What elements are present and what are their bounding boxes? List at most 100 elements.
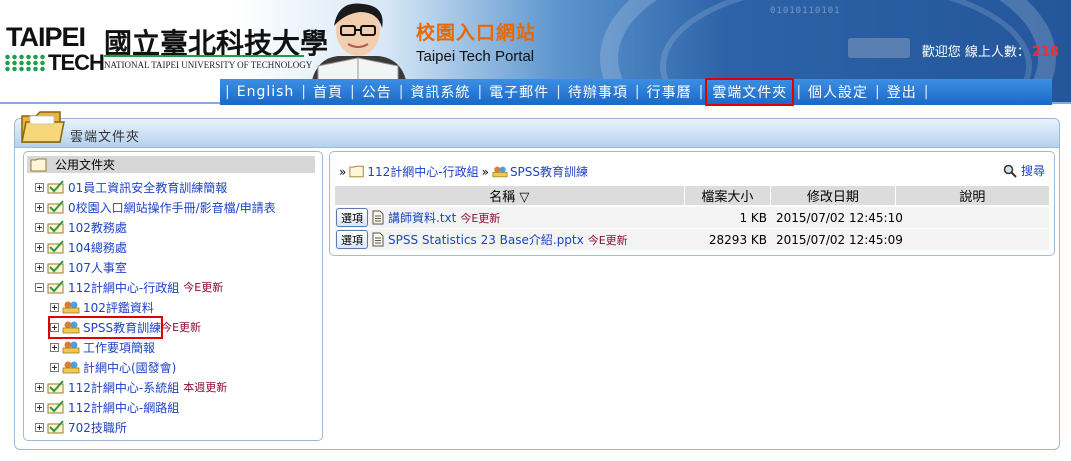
checked-folder-icon [47,200,64,214]
tree-node-label[interactable]: 計網中心(國發會) [83,359,176,376]
nav-separator: | [875,84,880,100]
online-count: 218 [1031,45,1059,60]
checked-folder-icon [47,280,64,294]
tree-node[interactable]: 102教務處 [35,218,127,236]
breadcrumb-link-admin[interactable]: 112計網中心-行政組 [367,163,478,180]
expand-icon[interactable] [35,202,44,212]
panel-title: 雲端文件夾 [70,130,141,145]
expand-icon[interactable] [50,342,59,352]
update-badge: 今E更新 [161,321,202,334]
expand-icon[interactable] [50,362,59,372]
tree-node-selected[interactable]: SPSS教育訓練 今E更新 [47,315,202,339]
expand-icon[interactable] [35,242,44,252]
nav-announcements[interactable]: 公告 [360,81,394,103]
search-label: 搜尋 [1020,164,1045,178]
nav-separator: | [923,84,929,100]
text-file-icon [372,232,384,247]
search-button[interactable]: 搜尋 [1003,162,1045,179]
nav-separator: | [350,84,355,100]
expand-icon[interactable] [35,222,44,232]
tree-node-label[interactable]: 112計網中心-行政組 [68,279,179,296]
tree-node[interactable]: 計網中心(國發會) [50,358,176,376]
breadcrumb: » 112計網中心-行政組 » SPSS教育訓練 [336,163,588,180]
collapse-icon[interactable] [35,282,44,292]
tree-node-label[interactable]: 01員工資訊安全教育訓練簡報 [68,179,227,196]
nav-separator: | [796,84,802,100]
tree-node[interactable]: 工作要項簡報 [50,338,155,356]
tree-node[interactable]: 112計網中心-網路組 [35,398,179,416]
nav-calendar[interactable]: 行事曆 [645,81,694,103]
options-button[interactable]: 選項 [336,230,368,249]
expand-icon[interactable] [35,382,44,392]
tree-node-label[interactable]: 107人事室 [68,259,127,276]
folder-icon [349,165,365,178]
tree-node-label[interactable]: 102評鑑資料 [83,299,154,316]
nav-todo[interactable]: 待辦事項 [566,81,630,103]
tree-node-label[interactable]: 104總務處 [68,239,127,256]
shared-folder-icon [492,166,508,178]
checked-folder-icon [47,260,64,274]
tree-node-label[interactable]: 112計網中心-網路組 [68,399,179,416]
nav-separator: | [477,84,483,100]
shared-folder-icon [62,301,80,314]
expand-icon[interactable] [35,422,44,432]
selected-highlight: SPSS教育訓練 [47,315,164,339]
tree-root-label: 公用文件夾 [55,158,116,172]
tree-node-label[interactable]: 102教務處 [68,219,127,236]
panel-header: 雲端文件夾 [15,119,1059,148]
header-binary-decoration: 01010110101 [770,6,841,16]
portal-title-english: Taipei Tech Portal [416,48,535,65]
nav-english[interactable]: English [235,83,297,101]
nav-info-systems[interactable]: 資訊系統 [408,81,472,103]
search-icon [1003,164,1017,178]
shared-folder-icon [62,341,80,354]
options-button[interactable]: 選項 [336,208,368,227]
tree-node[interactable]: 104總務處 [35,238,127,256]
tree-node-label[interactable]: 工作要項簡報 [83,339,155,356]
expand-icon[interactable] [50,322,59,332]
student-reading-icon [312,3,406,80]
file-name-link[interactable]: SPSS Statistics 23 Base介紹.pptx [388,231,584,248]
column-date[interactable]: 修改日期 [771,186,896,205]
tree-node[interactable]: 107人事室 [35,258,127,276]
tree-node[interactable]: 702技職所 [35,418,127,436]
nav-separator: | [634,84,640,100]
nav-separator: | [556,84,561,100]
file-list-panel: » 112計網中心-行政組 » SPSS教育訓練 搜尋 名稱 ▽ 檔案大小 修改… [329,151,1055,256]
nav-home[interactable]: 首頁 [311,81,345,103]
welcome-text: 歡迎您 線上人數： [921,45,1030,60]
expand-icon[interactable] [35,402,44,412]
expand-icon[interactable] [50,302,59,312]
main-nav: | English | 首頁 | 公告 | 資訊系統 | 電子郵件 | 待辦事項… [220,78,1052,106]
tree-node[interactable]: 112計網中心-系統組 本週更新 [35,378,227,396]
checked-folder-icon [47,220,64,234]
nav-logout[interactable]: 登出 [885,81,919,103]
tree-node[interactable]: 0校園入口網站操作手冊/影音檔/申請表 [35,198,276,216]
tree-node[interactable]: 01員工資訊安全教育訓練簡報 [35,178,227,196]
breadcrumb-separator: » [481,164,489,179]
expand-icon[interactable] [35,182,44,192]
column-name[interactable]: 名稱 ▽ [335,186,685,205]
tree-node[interactable]: 102評鑑資料 [50,298,154,316]
tree-node-label[interactable]: 0校園入口網站操作手冊/影音檔/申請表 [68,199,276,216]
breadcrumb-link-spss[interactable]: SPSS教育訓練 [510,163,588,180]
file-name-link[interactable]: 講師資料.txt [388,209,456,226]
tree-node-label[interactable]: 702技職所 [68,419,127,436]
university-english-name: NATIONAL TAIPEI UNIVERSITY OF TECHNOLOGY [104,60,313,70]
nav-personal-settings[interactable]: 個人設定 [806,81,870,103]
tree-node-label[interactable]: 112計網中心-系統組 [68,379,179,396]
nav-email[interactable]: 電子郵件 [487,81,551,103]
column-size[interactable]: 檔案大小 [685,186,772,205]
logo-underline [104,55,304,57]
checked-folder-icon [47,400,64,414]
file-size: 28293 KB [708,232,767,247]
column-desc[interactable]: 說明 [896,186,1049,205]
update-badge: 今E更新 [460,211,501,225]
tree-node[interactable]: 112計網中心-行政組 今E更新 [35,278,223,296]
nav-separator: | [698,84,704,100]
tree-node-label[interactable]: SPSS教育訓練 [83,319,161,336]
checked-folder-icon [47,180,64,194]
expand-icon[interactable] [35,262,44,272]
tree-root[interactable]: 公用文件夾 [27,156,315,173]
nav-cloud-folder[interactable]: 雲端文件夾 [705,78,795,106]
